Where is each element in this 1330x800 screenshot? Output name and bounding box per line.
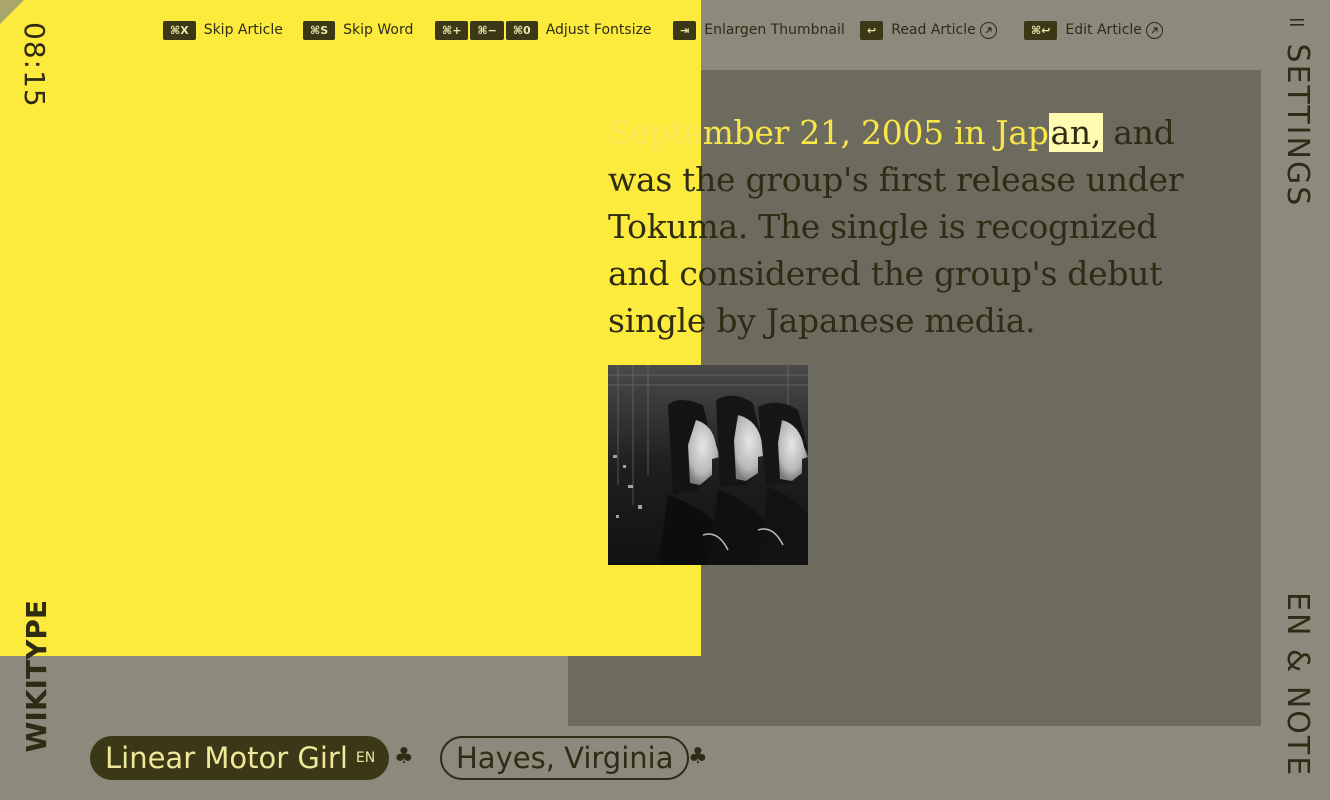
read-article-button[interactable]: ↩ Read Article <box>860 20 997 40</box>
shortcut-key: ⌘↩ <box>1024 20 1058 40</box>
club-icon[interactable]: ♣ <box>688 744 708 769</box>
typed-text-faded: Septe <box>608 113 703 152</box>
shortcut-key: ⌘0 <box>505 20 538 40</box>
typed-text: mber 21, 2005 in Jap <box>702 113 1049 152</box>
tab-key-icon: ⇥ <box>673 20 697 40</box>
current-article-title: Linear Motor Girl <box>105 741 348 775</box>
current-article-pill[interactable]: Linear Motor Girl EN <box>90 736 390 780</box>
skip-article-button[interactable]: ⌘X Skip Article <box>163 20 283 40</box>
article-language: EN <box>355 750 376 766</box>
adjust-fontsize-label: Adjust Fontsize <box>545 22 652 38</box>
edit-article-label: Edit Article <box>1065 22 1142 38</box>
settings-label: SETTINGS <box>1280 43 1315 208</box>
next-article-pill[interactable]: Hayes, Virginia <box>440 736 690 780</box>
corner-fold <box>0 0 24 24</box>
current-word: an, <box>1048 113 1104 152</box>
settings-button[interactable]: SETTINGS <box>1280 16 1315 207</box>
brand-logo: WIKITYPE <box>20 600 53 753</box>
return-key-icon: ↩ <box>860 20 884 40</box>
thumbnail-image <box>608 365 808 565</box>
club-icon[interactable]: ♣ <box>394 744 414 769</box>
enlargen-thumbnail-button[interactable]: ⇥ Enlargen Thumbnail <box>673 20 845 40</box>
next-article-title: Hayes, Virginia <box>456 741 674 775</box>
skip-word-button[interactable]: ⌘S Skip Word <box>303 20 413 40</box>
skip-article-label: Skip Article <box>203 22 283 38</box>
language-note-button[interactable]: EN & NOTE <box>1280 592 1315 777</box>
article-text: September 21, 2005 in Japan, and was the… <box>608 109 1228 344</box>
article-thumbnail[interactable] <box>608 365 808 565</box>
read-article-label: Read Article <box>891 22 976 38</box>
typing-progress-overlay <box>0 0 701 656</box>
shortcut-key: ⌘S <box>303 20 336 40</box>
shortcut-key: ⌘X <box>163 20 196 40</box>
external-link-icon <box>979 21 997 39</box>
edit-article-button[interactable]: ⌘↩ Edit Article <box>1024 20 1163 40</box>
external-link-icon <box>1145 21 1163 39</box>
shortcut-key: ⌘+ <box>435 20 469 40</box>
enlargen-thumbnail-label: Enlargen Thumbnail <box>704 22 845 38</box>
pause-bars-icon <box>1280 16 1315 32</box>
clock: 08:15 <box>18 22 51 108</box>
skip-word-label: Skip Word <box>343 22 414 38</box>
shortcut-key: ⌘− <box>470 20 504 40</box>
adjust-fontsize-button[interactable]: ⌘+ ⌘− ⌘0 Adjust Fontsize <box>435 20 652 40</box>
